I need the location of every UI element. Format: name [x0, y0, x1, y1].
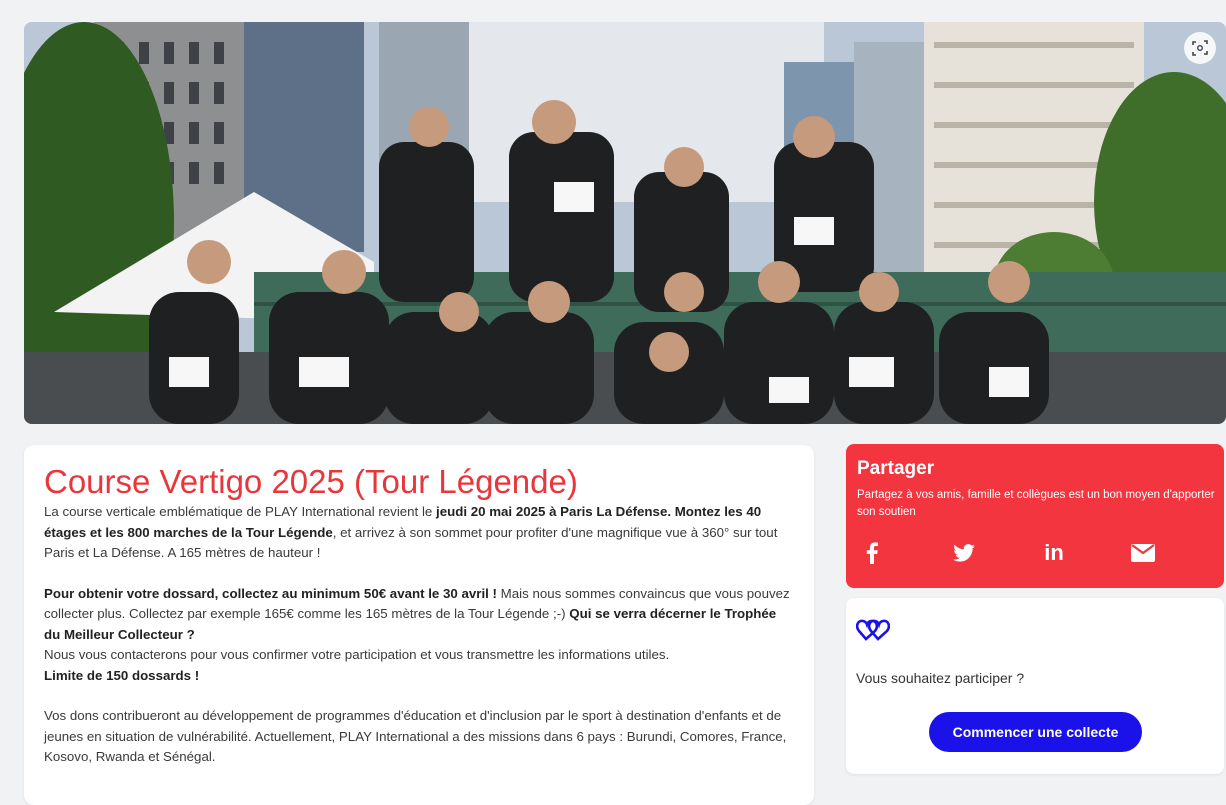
share-card: Partager Partagez à vos amis, famille et…	[846, 444, 1224, 588]
dossard-highlight: Pour obtenir votre dossard, collectez au…	[44, 585, 497, 601]
share-title: Partager	[857, 458, 935, 479]
twitter-icon[interactable]	[951, 540, 977, 566]
start-fundraiser-button[interactable]: Commencer une collecte	[929, 712, 1142, 752]
linkedin-icon[interactable]: in	[1040, 540, 1068, 566]
paragraph-intro: La course verticale emblématique de PLAY…	[44, 502, 794, 564]
contact-text: Nous vous contacterons pour vous confirm…	[44, 647, 670, 662]
intro-text: La course verticale emblématique de PLAY…	[44, 504, 436, 519]
participate-question: Vous souhaitez participer ?	[856, 670, 1025, 686]
facebook-icon[interactable]	[862, 540, 882, 566]
limit-highlight: Limite de 150 dossards !	[44, 667, 200, 683]
event-description: La course verticale emblématique de PLAY…	[44, 502, 794, 788]
paragraph-donations: Vos dons contribueront au développement …	[44, 708, 787, 764]
email-icon[interactable]	[1130, 540, 1156, 566]
hero-photo-illustration	[24, 22, 1226, 424]
hero-image	[24, 22, 1226, 424]
double-heart-icon	[855, 618, 891, 647]
share-text: Partagez à vos amis, famille et collègue…	[857, 489, 1215, 518]
page-title: Course Vertigo 2025 (Tour Légende)	[44, 463, 578, 500]
paragraph-dossard: Pour obtenir votre dossard, collectez au…	[44, 584, 794, 687]
participate-card: Vous souhaitez participer ? Commencer un…	[846, 598, 1224, 774]
screenshot-scan-icon[interactable]	[1184, 32, 1216, 64]
